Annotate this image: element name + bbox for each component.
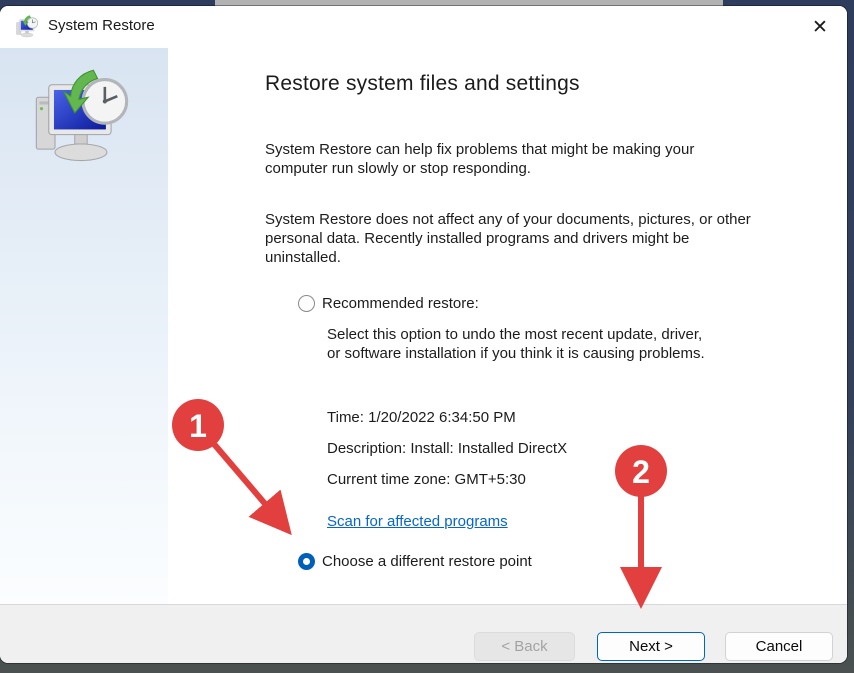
intro-paragraph: System Restore can help fix problems tha… [265, 140, 694, 178]
choose-different-restore-label: Choose a different restore point [322, 553, 532, 570]
scan-affected-programs-link[interactable]: Scan for affected programs [327, 513, 508, 530]
wizard-footer: < Back Next > Cancel [0, 604, 847, 663]
titlebar[interactable]: System Restore ✕ [0, 6, 847, 48]
recommended-restore-label: Recommended restore: [322, 295, 479, 312]
wizard-sidebar [0, 48, 168, 604]
system-restore-icon [14, 14, 40, 40]
back-button[interactable]: < Back [474, 632, 575, 661]
restore-point-time: Time: 1/20/2022 6:34:50 PM [327, 409, 516, 426]
radio-selected-icon[interactable] [298, 553, 315, 570]
cancel-button[interactable]: Cancel [725, 632, 833, 661]
window-title: System Restore [48, 17, 155, 34]
recommended-restore-option[interactable]: Recommended restore: [298, 295, 479, 312]
next-button[interactable]: Next > [597, 632, 705, 661]
restore-point-timezone: Current time zone: GMT+5:30 [327, 471, 526, 488]
close-icon[interactable]: ✕ [805, 12, 835, 42]
restore-point-description: Description: Install: Installed DirectX [327, 440, 567, 457]
page-title: Restore system files and settings [265, 72, 580, 96]
system-restore-window: System Restore ✕ Restore system fil [0, 6, 847, 663]
choose-different-restore-option[interactable]: Choose a different restore point [298, 553, 532, 570]
wizard-content: Restore system files and settings System… [168, 48, 847, 604]
radio-unselected-icon[interactable] [298, 295, 315, 312]
safety-paragraph: System Restore does not affect any of yo… [265, 210, 751, 267]
recommended-restore-description: Select this option to undo the most rece… [327, 325, 705, 363]
system-restore-illustration-icon [28, 64, 136, 172]
